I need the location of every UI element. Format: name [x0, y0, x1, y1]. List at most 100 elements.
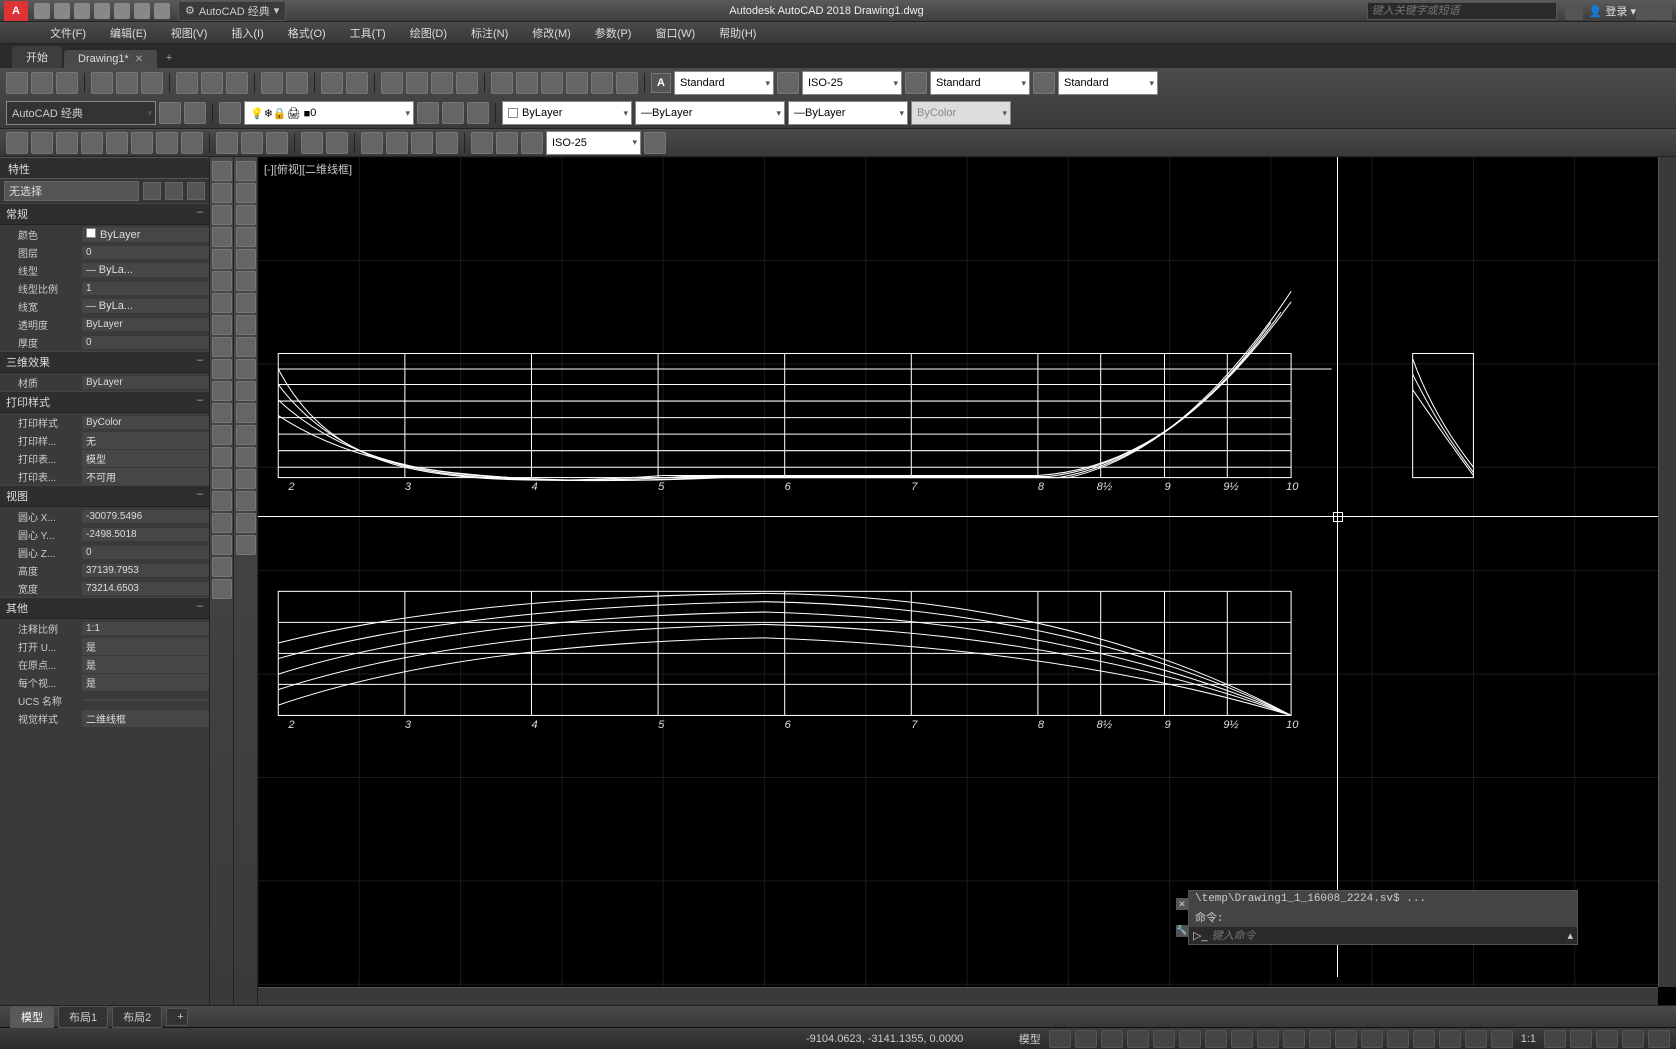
cmd-expand-icon[interactable]: ▴ [1567, 929, 1573, 942]
gradient-icon[interactable] [212, 491, 232, 511]
selectobj-icon[interactable] [165, 182, 183, 200]
publish-icon[interactable] [141, 72, 163, 94]
prop-centerx[interactable]: 圆心 X...-30079.5496 [0, 507, 209, 525]
group-misc[interactable]: 其他– [0, 597, 209, 619]
dim-angular-icon[interactable] [181, 132, 203, 154]
print-icon[interactable] [91, 72, 113, 94]
center-mark-icon[interactable] [386, 132, 408, 154]
mirror-icon[interactable] [236, 205, 256, 225]
tolerance-icon[interactable] [361, 132, 383, 154]
menu-help[interactable]: 帮助(H) [707, 22, 768, 44]
dim-edit-icon[interactable] [471, 132, 493, 154]
prop-material[interactable]: 材质ByLayer [0, 373, 209, 391]
workspace-switch-icon[interactable] [1544, 1030, 1566, 1048]
join-icon[interactable] [236, 447, 256, 467]
isodraft-icon[interactable] [1205, 1030, 1227, 1048]
stretch-icon[interactable] [236, 337, 256, 357]
move-icon[interactable] [236, 271, 256, 291]
ellipse-icon[interactable] [212, 359, 232, 379]
tab-model[interactable]: 模型 [10, 1006, 54, 1028]
command-line[interactable]: ✕ 🔧 \temp\Drawing1_1_16008_2224.sv$ ... … [1188, 890, 1578, 945]
osnap-toggle-icon[interactable] [1231, 1030, 1253, 1048]
addselected-icon[interactable] [212, 579, 232, 599]
tablestyle-icon[interactable] [905, 72, 927, 94]
exchange-icon[interactable] [1636, 2, 1654, 20]
insert-icon[interactable] [212, 403, 232, 423]
cleanscreen-icon[interactable] [1622, 1030, 1644, 1048]
match-icon[interactable] [261, 72, 283, 94]
prop-ucsname[interactable]: UCS 名称 [0, 691, 209, 709]
status-model-label[interactable]: 模型 [1015, 1031, 1045, 1047]
lock-ui-icon[interactable] [1465, 1030, 1487, 1048]
layer-freeze-icon[interactable] [417, 102, 439, 124]
makeblock-icon[interactable] [212, 425, 232, 445]
vertical-scrollbar[interactable] [1658, 157, 1676, 987]
spline-icon[interactable] [212, 337, 232, 357]
xline-icon[interactable] [212, 183, 232, 203]
prop-openucs[interactable]: 打开 U...是 [0, 637, 209, 655]
pan-icon[interactable] [381, 72, 403, 94]
tab-drawing1[interactable]: Drawing1*✕ [64, 50, 157, 68]
new-icon[interactable] [34, 3, 50, 19]
annotation-scale-value[interactable]: 1:1 [1517, 1033, 1540, 1045]
mlstyle-dropdown[interactable]: Standard [1058, 71, 1158, 95]
chamfer-icon[interactable] [236, 469, 256, 489]
linetype-dropdown[interactable]: — ByLayer [635, 101, 785, 125]
dimstyle-manager-icon[interactable] [644, 132, 666, 154]
paste-icon[interactable] [226, 72, 248, 94]
dimstyle-row3-dropdown[interactable]: ISO-25 [546, 131, 641, 155]
textstyle-dropdown[interactable]: Standard [674, 71, 774, 95]
zoom-prev-icon[interactable] [456, 72, 478, 94]
prop-thickness[interactable]: 厚度0 [0, 333, 209, 351]
dim-radius-icon[interactable] [106, 132, 128, 154]
dynamic-input-icon[interactable] [1127, 1030, 1149, 1048]
workspace-select[interactable]: AutoCAD 经典 [6, 101, 156, 125]
dim-break-icon[interactable] [326, 132, 348, 154]
dim-diameter-icon[interactable] [156, 132, 178, 154]
isolate-icon[interactable] [1596, 1030, 1618, 1048]
dim-textedit-icon[interactable] [496, 132, 518, 154]
tablestyle-dropdown[interactable]: Standard [930, 71, 1030, 95]
transparency-icon[interactable] [1335, 1030, 1357, 1048]
preview-icon[interactable] [116, 72, 138, 94]
selection-cycling-icon[interactable] [1361, 1030, 1383, 1048]
help-search-input[interactable] [1367, 2, 1557, 20]
table-icon[interactable] [212, 535, 232, 555]
lineweight-dropdown[interactable]: — ByLayer [788, 101, 908, 125]
redo-icon[interactable] [154, 3, 170, 19]
infer-toggle-icon[interactable] [1101, 1030, 1123, 1048]
copy-obj-icon[interactable] [236, 183, 256, 203]
cut-icon[interactable] [176, 72, 198, 94]
add-layout-button[interactable]: + [166, 1008, 188, 1026]
prop-plotstyle[interactable]: 打印样式ByColor [0, 413, 209, 431]
menu-modify[interactable]: 修改(M) [520, 22, 583, 44]
infocenter-icon[interactable] [1565, 2, 1583, 20]
undo-icon[interactable] [134, 3, 150, 19]
calc-icon[interactable] [616, 72, 638, 94]
tab-start[interactable]: 开始 [12, 46, 62, 68]
ws-more-icon[interactable] [184, 102, 206, 124]
plotstyle-dropdown[interactable]: ByColor [911, 101, 1011, 125]
quickprops-icon[interactable] [1439, 1030, 1461, 1048]
drawing-canvas[interactable]: [-][俯视][二维线框] [258, 157, 1676, 1005]
props-icon[interactable] [491, 72, 513, 94]
menu-file[interactable]: 文件(F) [38, 22, 98, 44]
break-point-icon[interactable] [236, 403, 256, 423]
prop-height[interactable]: 高度37139.7953 [0, 561, 209, 579]
grid-toggle-icon[interactable] [1049, 1030, 1071, 1048]
prop-transparency[interactable]: 透明度ByLayer [0, 315, 209, 333]
group-view[interactable]: 视图– [0, 485, 209, 507]
close-icon[interactable]: ✕ [135, 54, 143, 65]
horizontal-scrollbar[interactable] [258, 987, 1658, 1005]
redo-button[interactable] [346, 72, 368, 94]
polar-toggle-icon[interactable] [1179, 1030, 1201, 1048]
ellipsearc-icon[interactable] [212, 381, 232, 401]
selection-dropdown[interactable]: 无选择 [4, 181, 139, 201]
undo-button[interactable] [321, 72, 343, 94]
offset-icon[interactable] [236, 227, 256, 247]
zoom-icon[interactable] [406, 72, 428, 94]
polyline-icon[interactable] [212, 205, 232, 225]
prop-annoscale[interactable]: 注释比例1:1 [0, 619, 209, 637]
erase-icon[interactable] [236, 161, 256, 181]
line-icon[interactable] [212, 161, 232, 181]
